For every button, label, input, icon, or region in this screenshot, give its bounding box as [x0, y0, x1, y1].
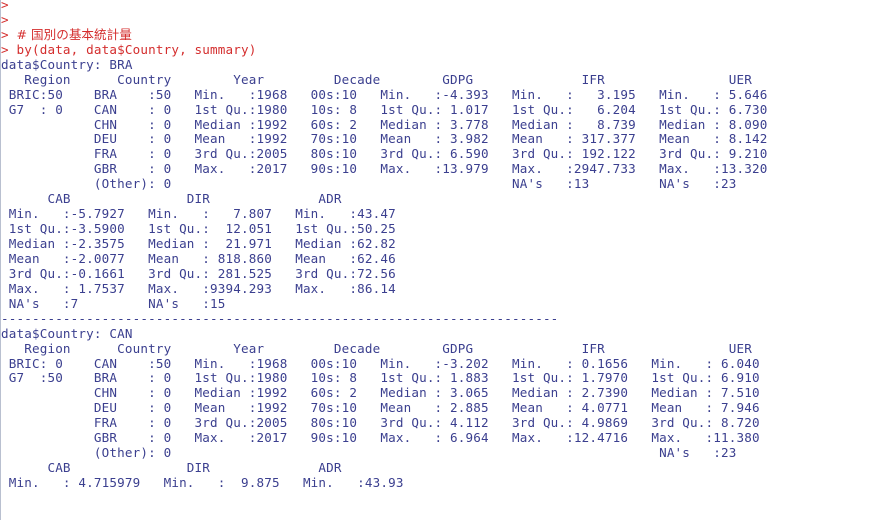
console-output-line: Min. : 4.715979 Min. : 9.875 Min. :43.93 [1, 475, 420, 490]
console-output-line: GBR : 0 Max. :2017 90s:10 Max. : 6.964 M… [1, 430, 776, 446]
console-output-line: 3rd Qu.:-0.1661 3rd Qu.: 281.525 3rd Qu.… [1, 265, 412, 281]
console-output-line: BRIC: 0 CAN :50 Min. :1968 00s:10 Min. :… [1, 355, 776, 371]
console-output-line: data$Country: BRA [1, 56, 133, 72]
console-output-line: Region Country Year Decade GDPG IFR UER [1, 71, 814, 87]
console-output-line: (Other): 0 NA's :23 [1, 445, 783, 461]
console-output-line: CAB DIR ADR [1, 460, 396, 476]
console-output-line: data$Country: CAN [1, 325, 133, 341]
console-output-line: CHN : 0 Median :1992 60s: 2 Median : 3.7… [1, 116, 783, 132]
console-output-line: FRA : 0 3rd Qu.:2005 80s:10 3rd Qu.: 4.1… [1, 415, 776, 431]
console-command-line: > # 国別の基本統計量 [1, 26, 132, 42]
console-output-line: CHN : 0 Median :1992 60s: 2 Median : 3.0… [1, 385, 776, 401]
console-output-line: G7 :50 BRA : 0 1st Qu.:1980 10s: 8 1st Q… [1, 370, 776, 386]
console-output-line: DEU : 0 Mean :1992 70s:10 Mean : 2.885 M… [1, 400, 776, 416]
console-output-line: Min. :-5.7927 Min. : 7.807 Min. :43.47 [1, 206, 412, 222]
console-output-line: BRIC:50 BRA :50 Min. :1968 00s:10 Min. :… [1, 86, 783, 102]
console-output-line: NA's :7 NA's :15 [1, 295, 404, 311]
console-line-list: > > > # 国別の基本統計量 > by(data, data$Country, s… [1, 0, 814, 491]
console-output-line: (Other): 0 NA's :13 NA's :23 [1, 176, 783, 192]
console-output-line: Region Country Year Decade GDPG IFR UER [1, 340, 814, 356]
console-output-line: Max. : 1.7537 Max. :9394.293 Max. :86.14 [1, 280, 412, 296]
console-output-line: 1st Qu.:-3.5900 1st Qu.: 12.051 1st Qu.:… [1, 221, 412, 237]
console-output-line: DEU : 0 Mean :1992 70s:10 Mean : 3.982 M… [1, 131, 783, 147]
console-command-line: > [1, 11, 9, 27]
console-output-line: Mean :-2.0077 Mean : 818.860 Mean :62.46 [1, 250, 412, 266]
console-output-line: FRA : 0 3rd Qu.:2005 80s:10 3rd Qu.: 6.5… [1, 146, 783, 162]
console-command-line: > by(data, data$Country, summary) [1, 41, 257, 57]
console-output-line: ----------------------------------------… [1, 310, 567, 326]
r-console-output-pane[interactable]: > > > # 国別の基本統計量 > by(data, data$Country, s… [0, 0, 883, 520]
console-command-line: > [1, 0, 9, 12]
console-output-line: CAB DIR ADR [1, 191, 396, 207]
console-output-line: G7 : 0 CAN : 0 1st Qu.:1980 10s: 8 1st Q… [1, 101, 783, 117]
console-output-line: GBR : 0 Max. :2017 90s:10 Max. :13.979 M… [1, 161, 783, 177]
console-output-line: Median :-2.3575 Median : 21.971 Median :… [1, 236, 412, 251]
